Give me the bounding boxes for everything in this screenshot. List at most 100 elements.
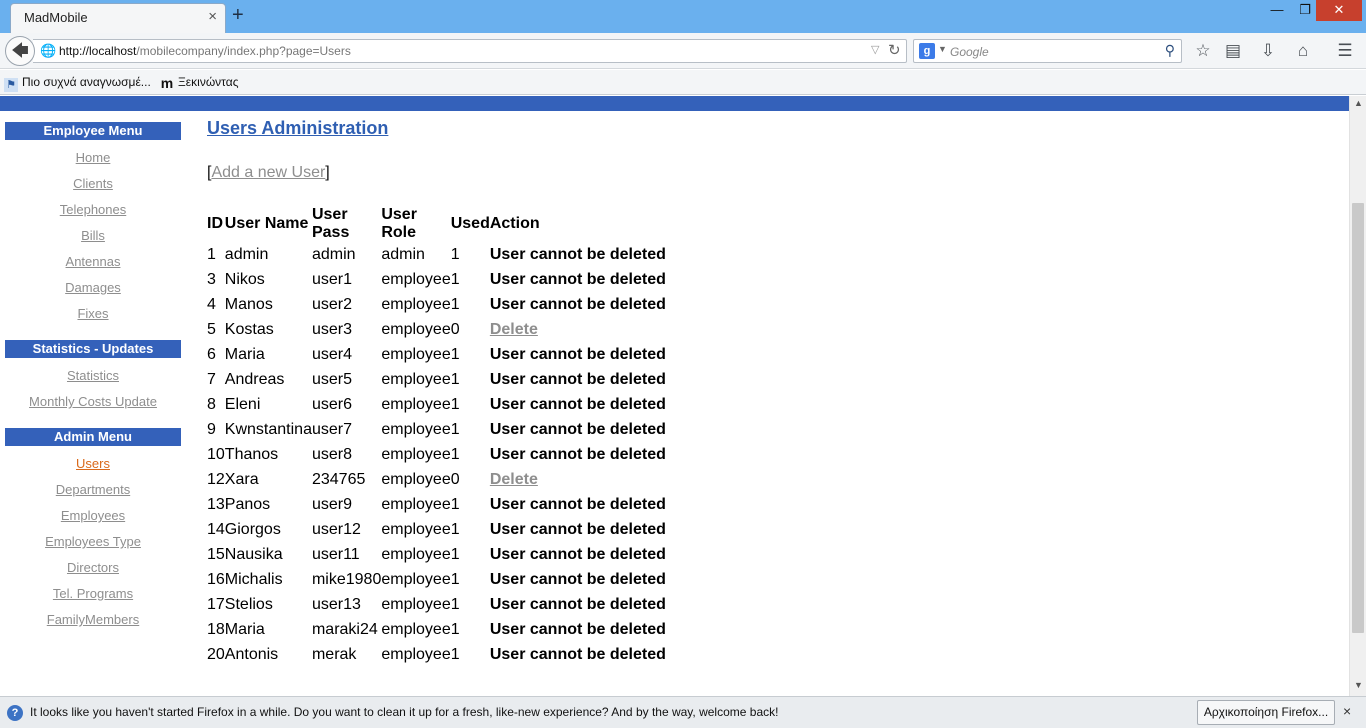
table-row: 3 Nikos user1 employee 1 User cannot be delet… — [207, 267, 666, 292]
cell-user-name: Xara — [224, 470, 259, 488]
m-logo-icon: m — [160, 75, 174, 91]
refresh-firefox-button[interactable]: Αρχικοποίηση Firefox... — [1197, 700, 1335, 725]
scroll-down-icon[interactable]: ▼ — [1350, 680, 1366, 690]
tab-strip: MadMobile × + — ❐ ✕ — [0, 0, 1366, 33]
minimize-icon[interactable]: — — [1262, 0, 1292, 21]
admin-menu-title: Admin Menu — [5, 428, 181, 446]
menu-item-directors[interactable]: Directors — [5, 560, 181, 586]
menu-item-employees[interactable]: Employees — [5, 508, 181, 534]
notification-close-icon[interactable]: × — [1343, 703, 1351, 719]
cell-user-name: Nausika — [224, 545, 283, 563]
column-header: ID — [207, 215, 223, 232]
bookmarks-toolbar: ⚑ Πιο συχνά αναγνωσμέ... m Ξεκινώντας — [0, 70, 1366, 95]
cell-user-pass: user6 — [311, 395, 352, 413]
tab-title: MadMobile — [24, 10, 88, 25]
reading-list-icon[interactable]: ▤ — [1222, 41, 1244, 61]
cell-user-pass: admin — [311, 245, 356, 263]
search-bar[interactable]: g ▼ Google ⚲ — [913, 39, 1182, 63]
cell-action: User cannot be deleted — [490, 242, 666, 267]
menu-item-tel-programs[interactable]: Tel. Programs — [5, 586, 181, 612]
search-input[interactable]: Google — [950, 45, 989, 59]
delete-user-link[interactable]: Delete — [490, 471, 538, 488]
cell-action: User cannot be deleted — [490, 517, 666, 542]
cannot-delete-text: User cannot be deleted — [489, 270, 666, 288]
cell-user-name: Manos — [224, 295, 273, 313]
cell-user-role: employee — [381, 470, 451, 488]
google-icon[interactable]: g — [919, 43, 935, 59]
table-row: 17 Stelios user13 employee 1 User cannot be d… — [207, 592, 666, 617]
menu-item-telephones[interactable]: Telephones — [5, 202, 181, 228]
search-magnifier-icon[interactable]: ⚲ — [1165, 42, 1175, 59]
menu-item-departments[interactable]: Departments — [5, 482, 181, 508]
engine-dropdown-icon[interactable]: ▼ — [938, 44, 947, 54]
cannot-delete-text: User cannot be deleted — [489, 520, 666, 538]
bookmark-getting-started[interactable]: m Ξεκινώντας — [160, 75, 239, 91]
column-header: Used — [450, 215, 490, 232]
employee-menu-title: Employee Menu — [5, 122, 181, 140]
cell-user-pass: user11 — [311, 545, 360, 563]
menu-item-monthly-costs[interactable]: Monthly Costs Update — [5, 394, 181, 420]
cell-user-pass: user3 — [311, 320, 352, 338]
hamburger-menu-icon[interactable]: ☰ — [1334, 41, 1356, 61]
reload-icon[interactable]: ↻ — [888, 41, 901, 59]
cell-id: 9 — [207, 420, 216, 438]
main-content: Users Administration [Add a new User] ID… — [207, 118, 666, 663]
cell-user-pass: user1 — [311, 270, 352, 288]
url-bar[interactable]: 🌐 http://localhost/mobilecompany/index.p… — [33, 39, 907, 63]
bookmark-most-visited[interactable]: ⚑ Πιο συχνά αναγνωσμέ... — [4, 75, 151, 92]
cannot-delete-text: User cannot be deleted — [489, 595, 666, 613]
cell-used: 1 — [450, 295, 460, 313]
tab-close-icon[interactable]: × — [208, 8, 217, 25]
home-icon[interactable]: ⌂ — [1292, 41, 1314, 61]
menu-item-family-members[interactable]: FamilyMembers — [5, 612, 181, 638]
cell-id: 3 — [207, 270, 216, 288]
menu-item-statistics[interactable]: Statistics — [5, 368, 181, 394]
browser-tab[interactable]: MadMobile × — [10, 3, 226, 33]
bookmark-star-icon[interactable]: ☆ — [1192, 41, 1214, 61]
scroll-thumb[interactable] — [1352, 203, 1364, 633]
cannot-delete-text: User cannot be deleted — [489, 370, 666, 388]
scroll-up-icon[interactable]: ▲ — [1350, 98, 1366, 108]
cell-action: User cannot be deleted — [490, 267, 666, 292]
menu-item-clients[interactable]: Clients — [5, 176, 181, 202]
header-band — [0, 96, 1349, 111]
column-header: User Role — [381, 206, 417, 241]
cannot-delete-text: User cannot be deleted — [489, 420, 666, 438]
cell-used: 1 — [450, 645, 460, 663]
window-close-icon[interactable]: ✕ — [1316, 0, 1362, 21]
cell-id: 10 — [207, 445, 225, 463]
new-tab-icon[interactable]: + — [232, 4, 244, 27]
downloads-icon[interactable]: ⇩ — [1257, 41, 1279, 61]
table-row: 18 Maria maraki24 employee 1 User cannot be d… — [207, 617, 666, 642]
table-header-row: ID User Name User Pass User Role Used Ac… — [207, 206, 666, 242]
table-row: 10 Thanos user8 employee 1 User cannot be del… — [207, 442, 666, 467]
cell-user-role: employee — [381, 370, 451, 388]
menu-item-antennas[interactable]: Antennas — [5, 254, 181, 280]
cell-user-pass: user5 — [311, 370, 352, 388]
menu-item-employees-type[interactable]: Employees Type — [5, 534, 181, 560]
cell-id: 7 — [207, 370, 216, 388]
menu-item-bills[interactable]: Bills — [5, 228, 181, 254]
delete-user-link[interactable]: Delete — [490, 321, 538, 338]
page-viewport: Employee Menu Home Clients Telephones Bi… — [0, 96, 1349, 696]
back-button[interactable]: 🡄 — [5, 36, 35, 66]
cell-user-pass: user4 — [311, 345, 352, 363]
table-row: 7 Andreas user5 employee 1 User cannot be del… — [207, 367, 666, 392]
page-scrollbar[interactable]: ▲ ▼ — [1349, 96, 1366, 696]
notification-text: It looks like you haven't started Firefo… — [30, 705, 779, 719]
cell-action: User cannot be deleted — [490, 642, 666, 667]
page-title[interactable]: Users Administration — [207, 118, 388, 138]
cell-user-role: employee — [381, 295, 451, 313]
history-dropdown-icon[interactable]: ▽ — [871, 43, 879, 56]
menu-item-fixes[interactable]: Fixes — [5, 306, 181, 332]
cell-user-role: employee — [381, 495, 451, 513]
notification-bar: ? It looks like you haven't started Fire… — [0, 696, 1366, 728]
cell-user-role: employee — [381, 445, 451, 463]
url-text[interactable]: http://localhost/mobilecompany/index.php… — [59, 44, 351, 58]
menu-item-users[interactable]: Users — [5, 456, 181, 482]
cell-user-name: Maria — [224, 345, 265, 363]
table-row: 20 Antonis merak employee 1 User cannot be de… — [207, 642, 666, 667]
menu-item-damages[interactable]: Damages — [5, 280, 181, 306]
menu-item-home[interactable]: Home — [5, 150, 181, 176]
add-user-link[interactable]: Add a new User — [211, 164, 325, 181]
